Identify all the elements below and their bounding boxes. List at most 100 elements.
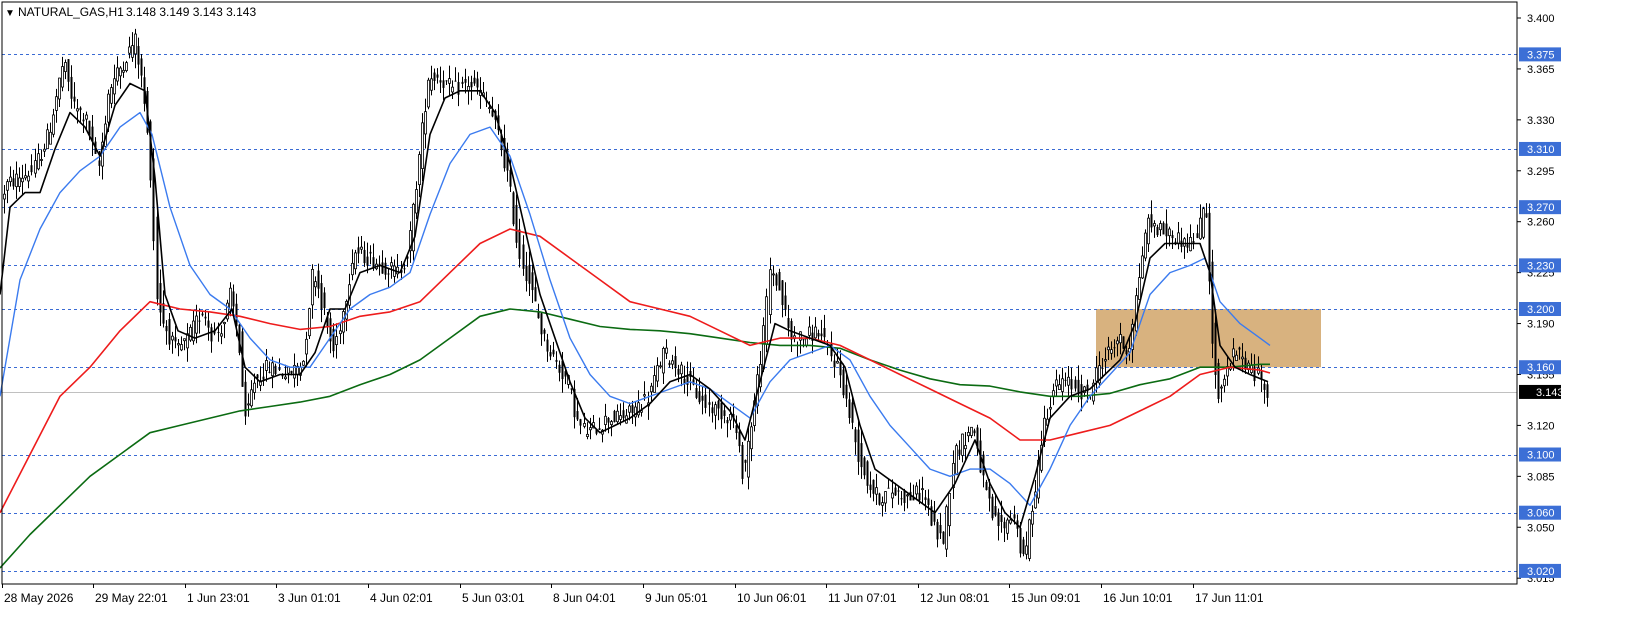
candle-body-down <box>927 498 930 505</box>
candle-body-down <box>802 339 805 341</box>
candle-body-down <box>598 428 601 430</box>
candle-body-up <box>643 394 646 397</box>
candle-body-down <box>717 400 720 409</box>
candle-body-up <box>125 62 128 72</box>
candle-body-down <box>887 487 890 489</box>
candle-body-down <box>207 320 210 328</box>
candle-body-down <box>531 272 534 291</box>
candle-body-down <box>939 525 942 534</box>
level-label: 3.020 <box>1527 566 1555 578</box>
candle-body-up <box>1009 519 1012 524</box>
candle-body-down <box>384 262 387 275</box>
candle-body-up <box>921 488 924 491</box>
candle-body-down <box>866 461 869 486</box>
candle-body-down <box>622 410 625 419</box>
candle-body-down <box>369 251 372 254</box>
candle-body-up <box>619 415 622 420</box>
candle-body-up <box>970 426 973 436</box>
candle-body-up <box>945 506 948 550</box>
candle-body-up <box>451 86 454 93</box>
candle-body-down <box>698 391 701 403</box>
candle-body-up <box>3 193 6 200</box>
candle-body-down <box>540 313 543 335</box>
level-label: 3.375 <box>1527 49 1555 61</box>
candle-body-up <box>610 421 613 426</box>
candle-body-down <box>515 204 518 243</box>
candle-body-down <box>1064 379 1067 381</box>
candle-body-up <box>814 326 817 339</box>
candle-body-up <box>52 114 55 135</box>
candle-body-down <box>445 80 448 82</box>
candle-body-down <box>558 364 561 373</box>
candle-body-down <box>274 365 277 375</box>
candle-body-up <box>412 203 415 252</box>
candle-body-down <box>442 80 445 88</box>
candle-body-up <box>177 343 180 346</box>
candle-body-up <box>354 252 357 270</box>
candle-body-down <box>439 80 442 83</box>
candle-body-up <box>21 177 24 183</box>
candle-body-down <box>522 244 525 269</box>
candle-body-up <box>308 308 311 337</box>
candle-body-up <box>15 173 18 188</box>
candle-body-down <box>863 457 866 476</box>
candle-body-up <box>1232 348 1235 358</box>
candle-body-down <box>1196 233 1199 238</box>
candle-body-down <box>1162 222 1165 235</box>
candle-body-down <box>525 265 528 282</box>
candle-body-down <box>98 160 101 166</box>
candle-body-up <box>1110 349 1113 354</box>
candle-body-up <box>314 281 317 288</box>
candle-body-down <box>317 270 320 289</box>
candle-body-down <box>1077 379 1080 395</box>
candle-body-down <box>845 384 848 399</box>
candle-body-up <box>247 403 250 406</box>
candle-body-down <box>1165 223 1168 237</box>
time-tick-label: 9 Jun 05:01 <box>645 591 708 605</box>
candle-body-up <box>253 382 256 393</box>
candle-body-down <box>839 362 842 376</box>
candle-body-up <box>1144 232 1147 259</box>
candle-body-up <box>765 296 768 345</box>
symbol-menu-arrow-icon[interactable]: ▼ <box>5 8 15 19</box>
candle-body-down <box>1156 227 1159 236</box>
candle-body-down <box>854 429 857 443</box>
candle-body-down <box>320 283 323 310</box>
candle-body-up <box>659 365 662 368</box>
candle-body-down <box>823 327 826 338</box>
candle-body-down <box>607 417 610 423</box>
candle-body-up <box>964 445 967 450</box>
trading-chart[interactable]: 3.400 3.365 3.330 3.295 3.260 3.225 3.190 3.155… <box>0 0 1641 638</box>
candle-body-up <box>396 266 399 275</box>
candle-body-up <box>808 326 811 336</box>
candle-body-up <box>49 131 52 145</box>
candle-body-down <box>842 369 845 396</box>
price-tick-label: 3.330 <box>1527 115 1555 127</box>
candle-body-up <box>875 487 878 495</box>
chart-canvas[interactable]: 3.4003.3653.3303.2953.2603.2253.1903.155… <box>0 0 1641 638</box>
candle-body-up <box>424 111 427 135</box>
candle-body-down <box>1003 521 1006 529</box>
candle-body-down <box>787 317 790 328</box>
level-label: 3.270 <box>1527 202 1555 214</box>
candle-body-up <box>40 159 43 161</box>
candle-body-up <box>34 160 37 174</box>
candle-body-down <box>204 316 207 319</box>
candle-body-down <box>848 399 851 418</box>
time-tick-label: 4 Jun 02:01 <box>370 591 433 605</box>
candle-body-up <box>61 66 64 88</box>
candle-body-down <box>12 178 15 187</box>
candle-body-down <box>894 487 897 496</box>
candle-body-up <box>339 330 342 335</box>
candle-body-down <box>244 381 247 417</box>
candle-body-down <box>555 359 558 362</box>
candle-body-down <box>518 229 521 259</box>
candle-body-up <box>64 62 67 72</box>
candle-body-up <box>128 46 131 54</box>
candle-body-up <box>195 315 198 334</box>
candle-body-down <box>1022 539 1025 555</box>
candle-body-down <box>1150 214 1153 228</box>
candle-body-up <box>881 502 884 506</box>
candle-body-up <box>415 189 418 214</box>
candle-body-down <box>1070 379 1073 390</box>
